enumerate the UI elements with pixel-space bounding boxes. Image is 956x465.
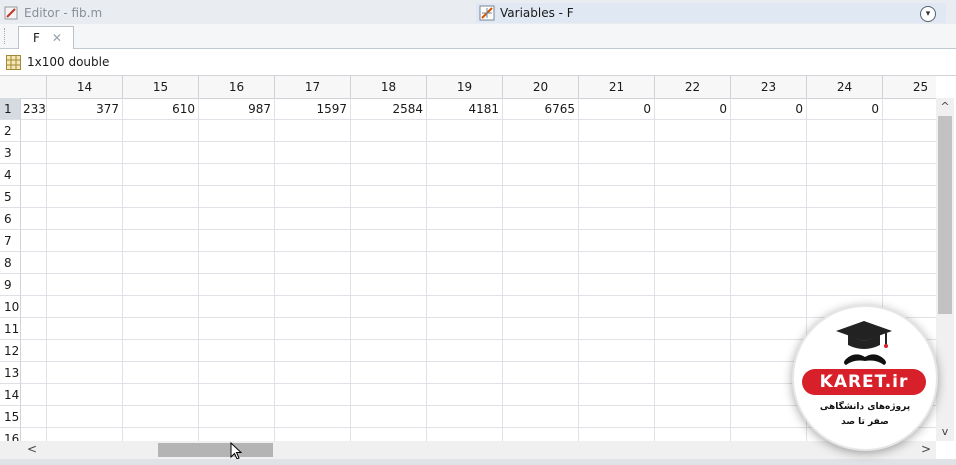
- window-menu-button[interactable]: ▾: [920, 6, 936, 22]
- column-header[interactable]: 21: [579, 76, 655, 98]
- table-cell[interactable]: 0: [806, 98, 882, 120]
- mouse-cursor-icon: [230, 442, 242, 460]
- grid-line: [198, 98, 199, 441]
- variable-size-label: 1x100 double: [27, 55, 110, 69]
- grid-line: [21, 317, 936, 318]
- vertical-scroll-thumb[interactable]: [938, 116, 952, 314]
- brand-subtagline: صفر تا صد: [841, 417, 889, 427]
- column-header[interactable]: 16: [199, 76, 275, 98]
- chevron-down-icon: ▾: [925, 9, 931, 19]
- table-cell[interactable]: 987: [198, 98, 274, 120]
- column-header[interactable]: 14: [47, 76, 123, 98]
- vertical-scrollbar[interactable]: ^ v: [936, 98, 954, 441]
- variables-window-title[interactable]: Variables - F ▾: [476, 3, 946, 23]
- table-cell[interactable]: [882, 98, 936, 120]
- grid-line: [426, 98, 427, 441]
- column-header[interactable]: 19: [427, 76, 503, 98]
- row-header[interactable]: 15: [0, 406, 21, 428]
- column-header[interactable]: 18: [351, 76, 427, 98]
- editor-title-label: Editor - fib.m: [24, 6, 103, 20]
- tab-strip: F ✕: [0, 24, 956, 49]
- row-header[interactable]: 7: [0, 230, 21, 252]
- window-bottom-border: [0, 459, 956, 465]
- tab-label: F: [33, 31, 40, 45]
- scroll-left-icon[interactable]: <: [24, 442, 40, 458]
- variable-info-bar: 1x100 double: [0, 49, 956, 76]
- row-header[interactable]: 8: [0, 252, 21, 274]
- corner-cell: [0, 76, 47, 98]
- row-header[interactable]: 14: [0, 384, 21, 406]
- row-header[interactable]: 9: [0, 274, 21, 296]
- title-bar: Editor - fib.m Variables - F ▾: [0, 0, 956, 25]
- grid-line: [46, 98, 47, 441]
- grid-line: [21, 251, 936, 252]
- grid-line: [21, 295, 936, 296]
- close-icon[interactable]: ✕: [52, 31, 62, 45]
- horizontal-scrollbar[interactable]: < >: [0, 441, 936, 459]
- column-header[interactable]: 25: [883, 76, 936, 98]
- table-cell[interactable]: 2584: [350, 98, 426, 120]
- table-cell[interactable]: 1597: [274, 98, 350, 120]
- scroll-right-icon[interactable]: >: [918, 442, 934, 458]
- grid-line: [21, 207, 936, 208]
- grid-line: [21, 339, 936, 340]
- column-header[interactable]: 23: [731, 76, 807, 98]
- editor-icon: [4, 6, 18, 20]
- scroll-up-icon[interactable]: ^: [936, 100, 954, 114]
- column-header[interactable]: 17: [275, 76, 351, 98]
- grid-line: [654, 98, 655, 441]
- brand-label: KARET.ir: [802, 369, 926, 395]
- grid-line: [122, 98, 123, 441]
- table-cell[interactable]: 377: [46, 98, 122, 120]
- grid-line: [21, 273, 936, 274]
- grid-line: [578, 98, 579, 441]
- horizontal-scroll-thumb[interactable]: [158, 443, 273, 457]
- mustache-icon: [844, 354, 886, 365]
- column-header[interactable]: 24: [807, 76, 883, 98]
- row-header[interactable]: 10: [0, 296, 21, 318]
- editor-window-title[interactable]: Editor - fib.m: [4, 4, 102, 22]
- grid-line: [21, 185, 936, 186]
- row-header[interactable]: 2: [0, 120, 21, 142]
- grid-line: [21, 427, 936, 428]
- row-header[interactable]: 5: [0, 186, 21, 208]
- grid-line: [730, 98, 731, 441]
- row-header[interactable]: 12: [0, 340, 21, 362]
- row-header[interactable]: 3: [0, 142, 21, 164]
- variables-title-label: Variables - F: [500, 6, 574, 20]
- row-header[interactable]: 6: [0, 208, 21, 230]
- row-header[interactable]: 1: [0, 98, 21, 120]
- karet-watermark-logo: KARET.ir پروژه‌های دانشگاهی صفر تا صد: [792, 305, 938, 451]
- brand-tagline: پروژه‌های دانشگاهی: [819, 402, 911, 412]
- table-cell[interactable]: 4181: [426, 98, 502, 120]
- table-cell[interactable]: 0: [730, 98, 806, 120]
- drag-grip-icon[interactable]: [4, 28, 9, 44]
- grid-line: [274, 98, 275, 441]
- column-header[interactable]: 20: [503, 76, 579, 98]
- column-header[interactable]: 22: [655, 76, 731, 98]
- table-cell[interactable]: 610: [122, 98, 198, 120]
- table-cell[interactable]: 233: [21, 98, 46, 120]
- table-cell[interactable]: 0: [654, 98, 730, 120]
- scroll-down-icon[interactable]: v: [936, 425, 954, 439]
- row-header[interactable]: 16: [0, 428, 21, 441]
- matrix-icon: [6, 54, 21, 70]
- grid-line: [502, 98, 503, 441]
- grid-line: [21, 141, 936, 142]
- column-header[interactable]: 15: [123, 76, 199, 98]
- variables-icon: [479, 5, 495, 21]
- row-header[interactable]: 4: [0, 164, 21, 186]
- table-cell[interactable]: 0: [578, 98, 654, 120]
- column-header-row: 14 15 16 17 18 19 20 21 22 23 24 25: [0, 76, 936, 99]
- graduation-cap-icon: [836, 321, 892, 349]
- grid-line: [350, 98, 351, 441]
- row-header[interactable]: 11: [0, 318, 21, 340]
- tab-f[interactable]: F ✕: [18, 26, 74, 49]
- table-cell[interactable]: 6765: [502, 98, 578, 120]
- row-header[interactable]: 13: [0, 362, 21, 384]
- grid-line: [21, 163, 936, 164]
- grid-line: [21, 229, 936, 230]
